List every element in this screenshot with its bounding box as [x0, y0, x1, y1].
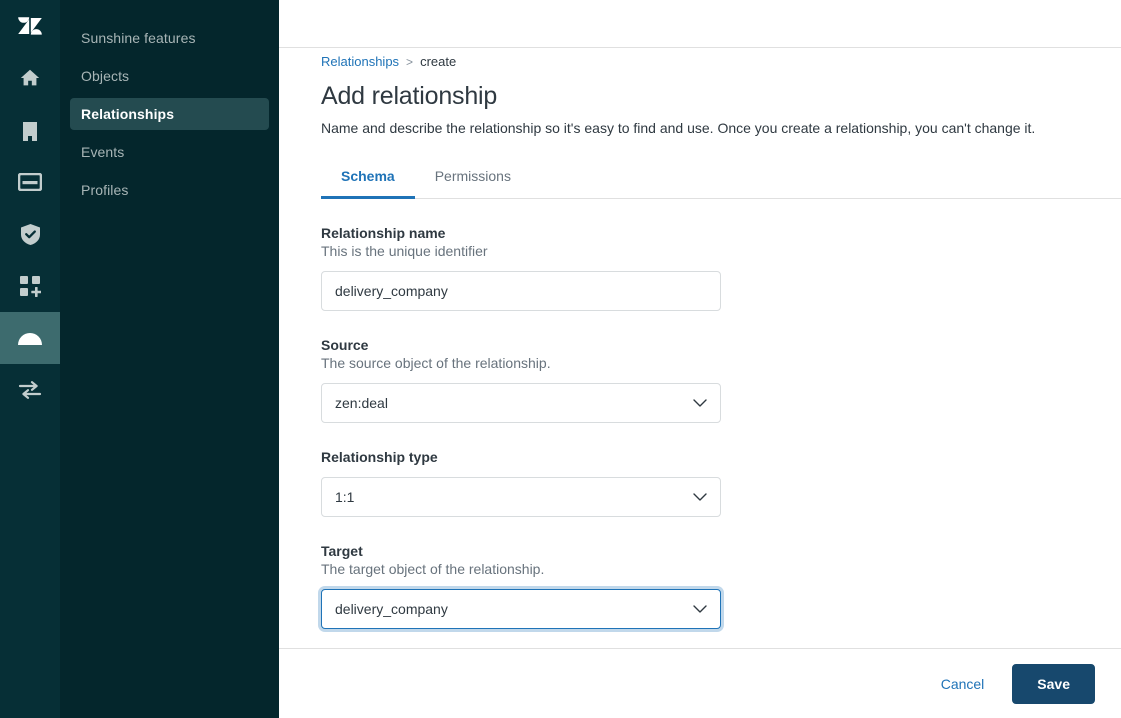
- tab-label: Permissions: [434, 167, 511, 184]
- home-icon: [19, 67, 41, 89]
- relationship-type-select-value: 1:1: [335, 488, 355, 505]
- top-bar: [279, 0, 1121, 48]
- sidebar-item-objects[interactable]: Objects: [70, 60, 269, 92]
- rail-item-connections[interactable]: [0, 364, 60, 416]
- page-title: Add relationship: [321, 82, 498, 110]
- shield-check-icon: [20, 223, 41, 246]
- tab-schema[interactable]: Schema: [321, 168, 415, 199]
- breadcrumb-separator-icon: >: [406, 54, 414, 69]
- field-label: Relationship name: [321, 224, 446, 241]
- zendesk-logo[interactable]: [0, 0, 60, 52]
- tab-permissions[interactable]: Permissions: [415, 168, 531, 199]
- arrows-exchange-icon: [18, 380, 42, 400]
- rail-item-billing[interactable]: [0, 156, 60, 208]
- relationship-name-control: [321, 270, 721, 311]
- apps-add-icon: [19, 275, 41, 297]
- chevron-down-icon: [693, 601, 707, 617]
- field-source: Source The source object of the relation…: [321, 337, 1079, 423]
- rail-item-sunshine[interactable]: [0, 312, 60, 364]
- breadcrumb-link-relationships[interactable]: Relationships: [321, 54, 399, 69]
- rail-item-apps[interactable]: [0, 260, 60, 312]
- relationship-type-control: 1:1: [321, 476, 721, 517]
- sidebar-item-profiles[interactable]: Profiles: [70, 174, 269, 206]
- organization-icon: [20, 119, 40, 141]
- field-label: Source: [321, 336, 369, 353]
- sidebar-item-label: Sunshine features: [81, 30, 196, 46]
- sidebar-item-label: Events: [81, 144, 125, 160]
- tab-label: Schema: [341, 167, 395, 184]
- field-label: Relationship type: [321, 448, 438, 465]
- page-description: Name and describe the relationship so it…: [321, 120, 1036, 136]
- app-root: Sunshine features Objects Relationships …: [0, 0, 1121, 718]
- save-button[interactable]: Save: [1012, 663, 1095, 704]
- field-hint: This is the unique identifier: [321, 242, 488, 259]
- field-hint: The target object of the relationship.: [321, 560, 545, 577]
- relationship-name-input[interactable]: [321, 270, 721, 311]
- product-icon-rail: [0, 0, 60, 718]
- target-select-value: delivery_company: [335, 600, 448, 617]
- cancel-button[interactable]: Cancel: [935, 666, 991, 702]
- field-hint: The source object of the relationship.: [321, 354, 551, 371]
- sidebar-item-relationships[interactable]: Relationships: [70, 98, 269, 130]
- field-target: Target The target object of the relation…: [321, 543, 1079, 629]
- target-control: delivery_company: [321, 588, 721, 629]
- card-icon: [18, 173, 42, 191]
- content-area: Relationships > create Add relationship …: [279, 48, 1121, 648]
- main-region: Relationships > create Add relationship …: [279, 0, 1121, 718]
- relationship-type-select[interactable]: 1:1: [321, 476, 721, 517]
- sidebar-item-label: Objects: [81, 68, 130, 84]
- rail-item-organizations[interactable]: [0, 104, 60, 156]
- source-control: zen:deal: [321, 382, 721, 423]
- sidebar-item-events[interactable]: Events: [70, 136, 269, 168]
- source-select[interactable]: zen:deal: [321, 382, 721, 423]
- source-select-value: zen:deal: [335, 394, 388, 411]
- rail-item-home[interactable]: [0, 52, 60, 104]
- sidebar-item-sunshine-features[interactable]: Sunshine features: [70, 22, 269, 54]
- form-footer: Cancel Save: [279, 648, 1121, 718]
- sidebar-nav: Sunshine features Objects Relationships …: [60, 0, 279, 718]
- breadcrumb: Relationships > create: [321, 54, 1079, 69]
- rail-item-security[interactable]: [0, 208, 60, 260]
- sidebar-item-label: Relationships: [81, 106, 175, 122]
- sunshine-icon: [17, 330, 43, 346]
- chevron-down-icon: [693, 489, 707, 505]
- tab-bar: Schema Permissions: [321, 167, 1121, 199]
- sidebar-item-label: Profiles: [81, 182, 129, 198]
- chevron-down-icon: [693, 395, 707, 411]
- field-label: Target: [321, 542, 363, 559]
- field-relationship-name: Relationship name This is the unique ide…: [321, 225, 1079, 311]
- field-relationship-type: Relationship type 1:1: [321, 449, 1079, 517]
- breadcrumb-current: create: [420, 54, 457, 69]
- target-select[interactable]: delivery_company: [321, 588, 721, 629]
